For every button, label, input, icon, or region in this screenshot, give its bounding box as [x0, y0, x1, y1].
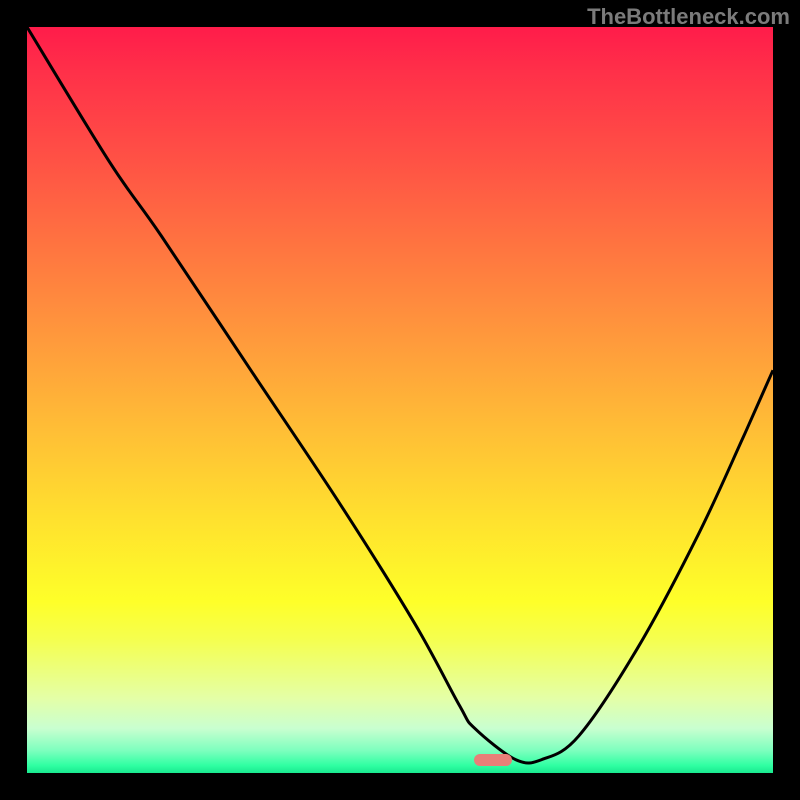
watermark-text: TheBottleneck.com [587, 4, 790, 30]
bottleneck-curve [27, 27, 773, 773]
minimum-marker [474, 754, 512, 766]
plot-area [27, 27, 773, 773]
curve-path [27, 27, 773, 763]
chart-container: TheBottleneck.com [0, 0, 800, 800]
